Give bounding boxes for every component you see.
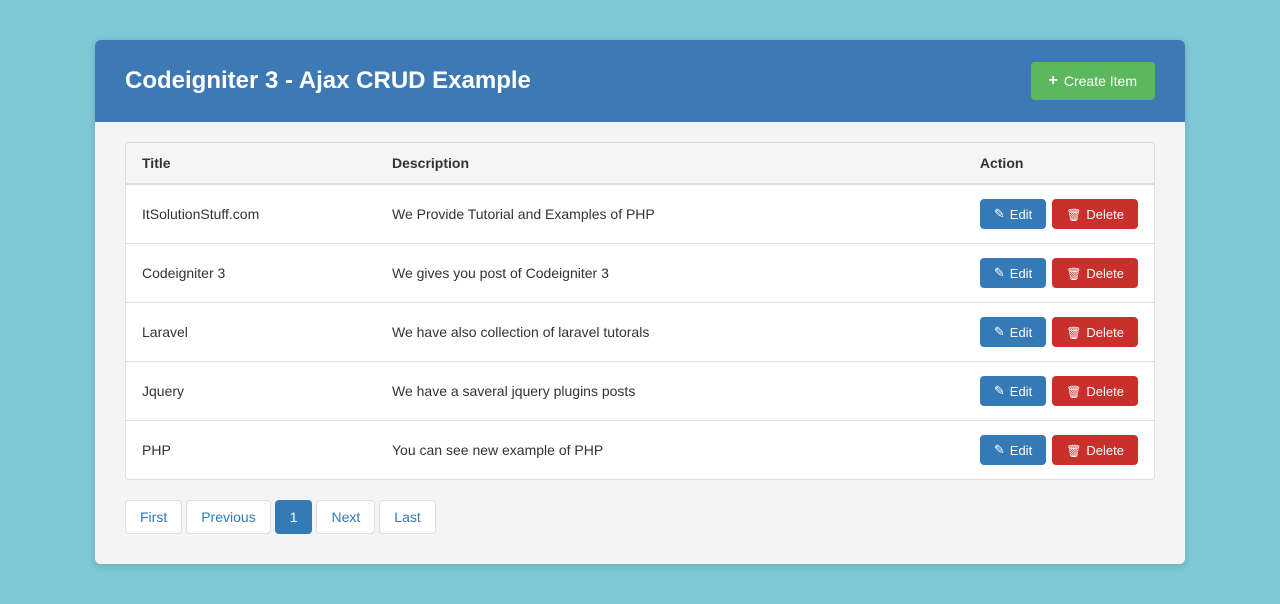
- delete-button-row-1[interactable]: Delete: [1052, 258, 1138, 288]
- cell-title: Laravel: [126, 303, 376, 362]
- table-row: LaravelWe have also collection of larave…: [126, 303, 1154, 362]
- items-table: Title Description Action ItSolutionStuff…: [126, 143, 1154, 479]
- cell-title: Codeigniter 3: [126, 244, 376, 303]
- pencil-icon: [994, 206, 1005, 222]
- pagination-last-button[interactable]: Last: [379, 500, 435, 534]
- trash-icon: [1066, 443, 1081, 458]
- action-buttons: EditDelete: [980, 199, 1138, 229]
- edit-button-row-2[interactable]: Edit: [980, 317, 1046, 347]
- pencil-icon: [994, 324, 1005, 340]
- header: Codeigniter 3 - Ajax CRUD Example Create…: [95, 40, 1185, 122]
- cell-action: EditDelete: [964, 421, 1154, 480]
- delete-button-row-4[interactable]: Delete: [1052, 435, 1138, 465]
- pencil-icon: [994, 265, 1005, 281]
- cell-action: EditDelete: [964, 184, 1154, 244]
- trash-icon: [1066, 266, 1081, 281]
- pagination-previous-button[interactable]: Previous: [186, 500, 270, 534]
- pagination-next-button[interactable]: Next: [316, 500, 375, 534]
- delete-button-row-3[interactable]: Delete: [1052, 376, 1138, 406]
- page-title: Codeigniter 3 - Ajax CRUD Example: [125, 67, 531, 95]
- edit-button-row-1[interactable]: Edit: [980, 258, 1046, 288]
- edit-button-row-3[interactable]: Edit: [980, 376, 1046, 406]
- cell-description: We have also collection of laravel tutor…: [376, 303, 964, 362]
- table-row: JqueryWe have a saveral jquery plugins p…: [126, 362, 1154, 421]
- action-buttons: EditDelete: [980, 258, 1138, 288]
- cell-description: We have a saveral jquery plugins posts: [376, 362, 964, 421]
- content-area: Title Description Action ItSolutionStuff…: [95, 122, 1185, 564]
- pencil-icon: [994, 442, 1005, 458]
- cell-action: EditDelete: [964, 303, 1154, 362]
- pagination-first-button[interactable]: First: [125, 500, 182, 534]
- edit-button-row-0[interactable]: Edit: [980, 199, 1046, 229]
- table-wrapper: Title Description Action ItSolutionStuff…: [125, 142, 1155, 480]
- table-row: ItSolutionStuff.comWe Provide Tutorial a…: [126, 184, 1154, 244]
- pencil-icon: [994, 383, 1005, 399]
- cell-description: We Provide Tutorial and Examples of PHP: [376, 184, 964, 244]
- table-row: Codeigniter 3We gives you post of Codeig…: [126, 244, 1154, 303]
- delete-button-row-2[interactable]: Delete: [1052, 317, 1138, 347]
- delete-button-row-0[interactable]: Delete: [1052, 199, 1138, 229]
- action-buttons: EditDelete: [980, 435, 1138, 465]
- action-buttons: EditDelete: [980, 376, 1138, 406]
- plus-icon: [1049, 72, 1058, 90]
- action-buttons: EditDelete: [980, 317, 1138, 347]
- edit-button-row-4[interactable]: Edit: [980, 435, 1046, 465]
- trash-icon: [1066, 384, 1081, 399]
- trash-icon: [1066, 207, 1081, 222]
- cell-description: You can see new example of PHP: [376, 421, 964, 480]
- pagination-page-1-button[interactable]: 1: [275, 500, 313, 534]
- cell-title: PHP: [126, 421, 376, 480]
- cell-action: EditDelete: [964, 362, 1154, 421]
- trash-icon: [1066, 325, 1081, 340]
- pagination: First Previous 1 Next Last: [125, 500, 1155, 534]
- cell-title: Jquery: [126, 362, 376, 421]
- col-header-action: Action: [964, 143, 1154, 184]
- create-item-button[interactable]: Create Item: [1031, 62, 1155, 100]
- col-header-description: Description: [376, 143, 964, 184]
- table-header-row: Title Description Action: [126, 143, 1154, 184]
- cell-action: EditDelete: [964, 244, 1154, 303]
- main-container: Codeigniter 3 - Ajax CRUD Example Create…: [95, 40, 1185, 564]
- table-row: PHPYou can see new example of PHP EditDel…: [126, 421, 1154, 480]
- col-header-title: Title: [126, 143, 376, 184]
- cell-description: We gives you post of Codeigniter 3: [376, 244, 964, 303]
- cell-title: ItSolutionStuff.com: [126, 184, 376, 244]
